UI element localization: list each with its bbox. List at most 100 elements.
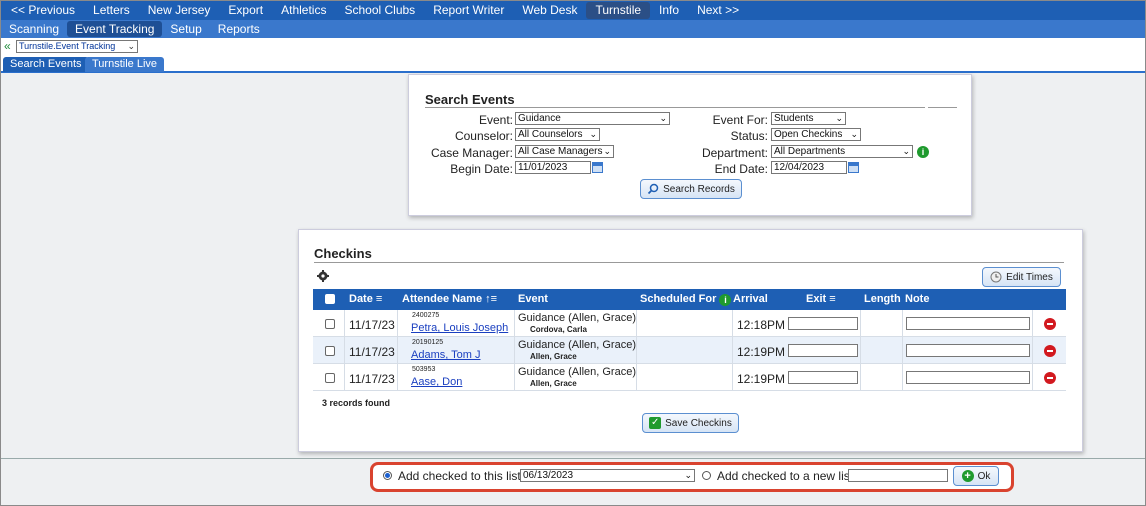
counselor-select-value: All Counselors (518, 129, 583, 140)
info-icon[interactable]: i (719, 294, 732, 306)
nav-school-clubs[interactable]: School Clubs (335, 2, 424, 19)
nav-turnstile[interactable]: Turnstile (586, 2, 651, 19)
page-select-value: Turnstile.Event Tracking (19, 41, 116, 51)
add-to-list-radio[interactable] (383, 471, 392, 480)
search-records-button[interactable]: Search Records (640, 179, 742, 199)
case-manager-select[interactable]: All Case Managers ⌄ (515, 145, 614, 158)
nav-letters[interactable]: Letters (84, 2, 139, 19)
list-select[interactable]: 06/13/2023 ⌄ (520, 469, 695, 482)
event-select-value: Guidance (518, 113, 561, 124)
arrival-exit-cell: 12:19PM (733, 364, 861, 391)
exit-input[interactable] (788, 371, 858, 384)
note-input[interactable] (906, 317, 1030, 330)
chevron-down-icon: ⌄ (684, 470, 692, 480)
nav-export[interactable]: Export (219, 2, 272, 19)
event-cell: Guidance (Allen, Grace) Allen, Grace (515, 364, 637, 391)
add-to-new-list-label: Add checked to a new list: (717, 469, 857, 483)
event-value: Guidance (Allen, Grace) (518, 312, 636, 324)
col-note[interactable]: Note (905, 289, 929, 310)
attendee-link[interactable]: Aase, Don (411, 376, 462, 388)
event-value: Guidance (Allen, Grace) (518, 339, 636, 351)
col-length[interactable]: Length (864, 289, 901, 310)
event-select[interactable]: Guidance ⌄ (515, 112, 670, 125)
save-checkins-label: Save Checkins (665, 417, 732, 429)
add-to-list-label: Add checked to this list: (398, 469, 525, 483)
attendee-link[interactable]: Adams, Tom J (411, 349, 481, 361)
tab-search-events[interactable]: Search Events (3, 57, 89, 72)
nav-previous[interactable]: << Previous (2, 2, 84, 19)
begin-date-input[interactable]: 11/01/2023 (515, 161, 591, 174)
note-input[interactable] (906, 344, 1030, 357)
event-for-select[interactable]: Students ⌄ (771, 112, 846, 125)
sort-menu-icon: ≡ (375, 293, 383, 305)
col-date[interactable]: Date ≡ (349, 289, 382, 310)
nav-web-desk[interactable]: Web Desk (513, 2, 586, 19)
note-cell (903, 337, 1033, 364)
calendar-icon[interactable] (592, 162, 603, 173)
event-for-select-value: Students (774, 113, 814, 124)
collapse-chevron-icon[interactable]: « (4, 39, 11, 53)
col-arrival[interactable]: Arrival (733, 289, 768, 310)
add-to-new-list-radio[interactable] (702, 471, 711, 480)
status-label: Status: (730, 129, 768, 143)
nav-report-writer[interactable]: Report Writer (424, 2, 513, 19)
nav-new-jersey[interactable]: New Jersey (139, 2, 220, 19)
scheduled-cell (637, 310, 733, 337)
calendar-icon[interactable] (848, 162, 859, 173)
edit-times-button[interactable]: Edit Times (982, 267, 1061, 287)
exit-input[interactable] (788, 317, 858, 330)
row-checkbox-cell (313, 364, 345, 391)
exit-input[interactable] (788, 344, 858, 357)
table-row: 11/17/23 2400275 Petra, Louis Joseph Gui… (313, 310, 1066, 337)
nav-info[interactable]: Info (650, 2, 688, 19)
subnav-scanning[interactable]: Scanning (1, 21, 67, 37)
col-exit-label: Exit (806, 293, 827, 305)
new-list-input[interactable] (848, 469, 948, 482)
department-select[interactable]: All Departments ⌄ (771, 145, 913, 158)
case-manager-select-value: All Case Managers (518, 146, 603, 157)
row-checkbox[interactable] (325, 373, 335, 383)
subnav-setup[interactable]: Setup (162, 21, 209, 37)
page-select[interactable]: Turnstile.Event Tracking ⌄ (16, 40, 138, 53)
subnav-reports[interactable]: Reports (210, 21, 268, 37)
title-divider (425, 107, 925, 108)
attendee-link[interactable]: Petra, Louis Joseph (411, 322, 508, 334)
tab-bar: Search Events Turnstile Live (1, 56, 1145, 73)
checkmark-icon: ✓ (649, 417, 662, 429)
note-cell (903, 364, 1033, 391)
date-value: 11/17/23 (349, 345, 395, 359)
tab-turnstile-live[interactable]: Turnstile Live (85, 57, 165, 72)
subnav-event-tracking[interactable]: Event Tracking (67, 21, 163, 37)
delete-icon[interactable] (1044, 318, 1056, 330)
gear-icon[interactable] (317, 270, 329, 282)
department-label: Department: (701, 146, 768, 160)
table-row: 11/17/23 503953 Aase, Don Guidance (Alle… (313, 364, 1066, 391)
arrival-exit-cell: 12:18PM (733, 310, 861, 337)
select-all-checkbox[interactable] (325, 294, 335, 304)
ok-button[interactable]: + Ok (953, 466, 999, 486)
info-icon[interactable]: i (917, 146, 929, 158)
col-attendee-name[interactable]: Attendee Name ↑≡ (402, 289, 497, 310)
delete-icon[interactable] (1044, 372, 1056, 384)
end-date-input[interactable]: 12/04/2023 (771, 161, 847, 174)
chevron-down-icon: ⌄ (127, 41, 135, 51)
sub-nav: Scanning Event Tracking Setup Reports (1, 20, 1145, 38)
note-input[interactable] (906, 371, 1030, 384)
row-checkbox[interactable] (325, 319, 335, 329)
delete-icon[interactable] (1044, 345, 1056, 357)
nav-next[interactable]: Next >> (688, 2, 748, 19)
magnifier-icon (648, 183, 659, 195)
counselor-select[interactable]: All Counselors ⌄ (515, 128, 600, 141)
col-event[interactable]: Event (518, 289, 548, 310)
clock-icon (990, 271, 1002, 283)
student-id: 503953 (412, 366, 436, 373)
nav-athletics[interactable]: Athletics (272, 2, 335, 19)
col-exit[interactable]: Exit ≡ (806, 289, 836, 310)
department-select-value: All Departments (774, 146, 846, 157)
attendee-cell: 503953 Aase, Don (398, 364, 515, 391)
status-select[interactable]: Open Checkins ⌄ (771, 128, 861, 141)
records-found-text: 3 records found (322, 398, 391, 408)
row-checkbox[interactable] (325, 346, 335, 356)
col-scheduled-for[interactable]: Scheduled For i (640, 289, 732, 310)
save-checkins-button[interactable]: ✓ Save Checkins (642, 413, 739, 433)
